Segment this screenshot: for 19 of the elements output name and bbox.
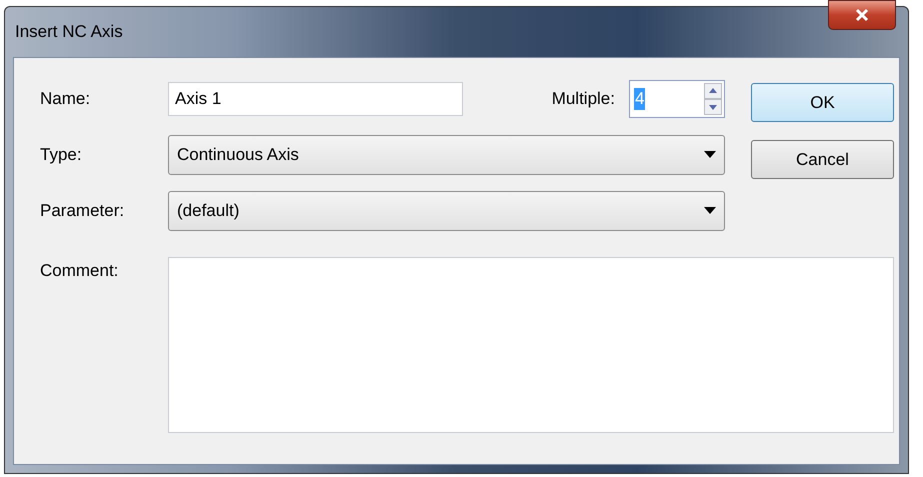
close-icon xyxy=(854,8,870,22)
dropdown-arrow-icon xyxy=(704,207,716,215)
dialog-button[interactable]: OK xyxy=(751,83,894,122)
parameter-dropdown[interactable]: (default) xyxy=(168,191,725,231)
field-label: Name: xyxy=(40,89,92,109)
field-label: Comment: xyxy=(40,260,120,281)
spin-value: 4 xyxy=(634,88,646,110)
close-button[interactable] xyxy=(828,0,896,30)
dialog-button[interactable]: Cancel xyxy=(751,140,894,179)
dropdown-arrow-icon xyxy=(704,151,716,159)
name-field[interactable]: Axis 1 xyxy=(168,82,463,116)
dropdown-value: (default) xyxy=(177,201,240,221)
field-label: Type: xyxy=(40,145,83,165)
field-label: Parameter: xyxy=(40,201,126,221)
dropdown-value: Continuous Axis xyxy=(177,145,299,165)
window-title: Insert NC Axis xyxy=(14,22,123,42)
comment-field[interactable] xyxy=(168,257,894,433)
field-label: Multiple: xyxy=(550,89,616,109)
type-dropdown[interactable]: Continuous Axis xyxy=(168,135,725,175)
